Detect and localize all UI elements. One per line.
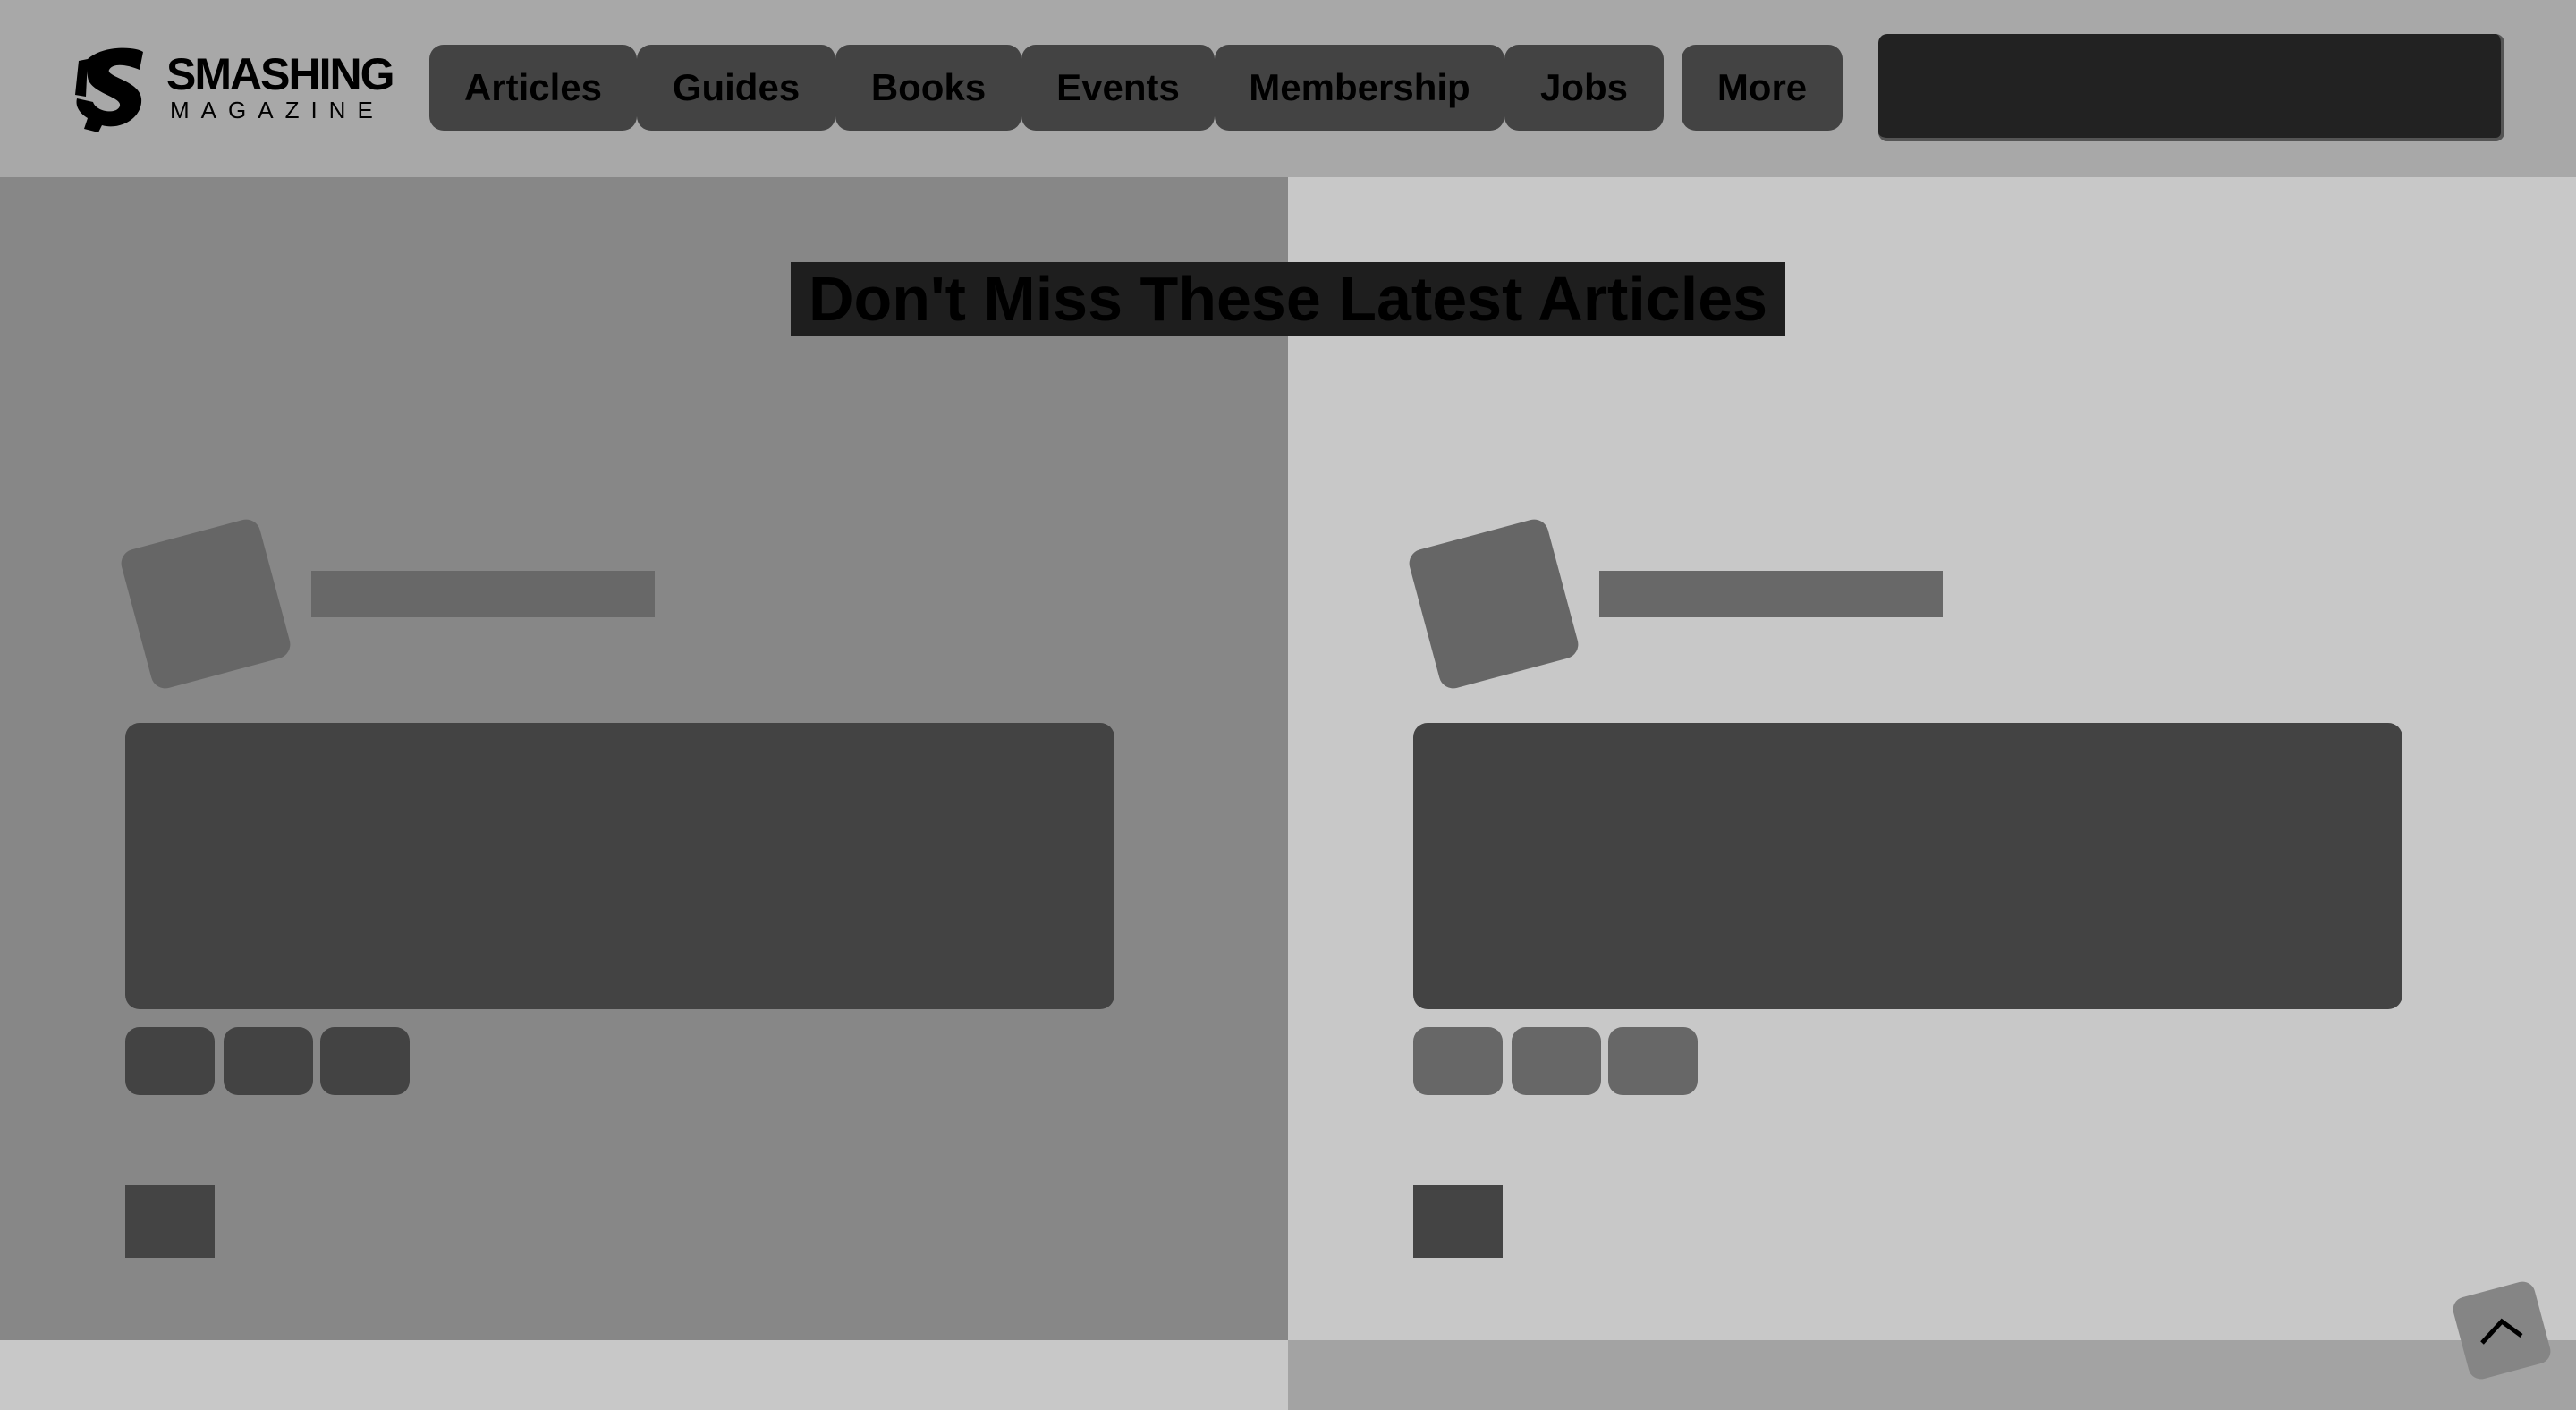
- nav-item-events[interactable]: Events: [1021, 45, 1215, 131]
- logo-wordmark: SMASHING: [166, 49, 394, 99]
- author-name-placeholder: [1599, 571, 1943, 617]
- smashing-cat-icon: [75, 47, 143, 132]
- article-content-placeholder: [125, 723, 1114, 1009]
- author-name-placeholder: [311, 571, 655, 617]
- nav-item-guides[interactable]: Guides: [637, 45, 835, 131]
- section-title: Don't Miss These Latest Articles: [0, 256, 2576, 342]
- read-more-placeholder: [125, 1185, 215, 1258]
- author-avatar-placeholder: [118, 516, 293, 692]
- tag-placeholder: [224, 1027, 313, 1095]
- nav-item-jobs[interactable]: Jobs: [1504, 45, 1664, 131]
- author-avatar-placeholder: [1406, 516, 1581, 692]
- footer-strip-right: [1288, 1340, 2576, 1410]
- article-content-placeholder: [1413, 723, 2402, 1009]
- footer-strip-left: [0, 1340, 1288, 1410]
- tag-placeholder: [125, 1027, 215, 1095]
- chevron-up-icon: [2480, 1318, 2523, 1345]
- article-card[interactable]: [1406, 516, 2415, 1270]
- tag-placeholder: [1413, 1027, 1503, 1095]
- tag-placeholder: [320, 1027, 410, 1095]
- nav-more-button[interactable]: More: [1682, 45, 1843, 131]
- read-more-placeholder: [1413, 1185, 1503, 1258]
- tag-placeholder: [1512, 1027, 1601, 1095]
- tag-placeholder: [1608, 1027, 1698, 1095]
- nav-item-membership[interactable]: Membership: [1215, 45, 1504, 131]
- nav-item-books[interactable]: Books: [835, 45, 1021, 131]
- site-header: SMASHING MAGAZINE Articles Guides Books …: [0, 0, 2576, 177]
- article-card[interactable]: [118, 516, 1127, 1270]
- search-input[interactable]: [1878, 34, 2504, 141]
- section-header: Don't Miss These Latest Articles: [0, 256, 2576, 342]
- section-title-text: Don't Miss These Latest Articles: [790, 262, 1786, 336]
- site-logo[interactable]: SMASHING MAGAZINE: [70, 43, 399, 132]
- logo-subtitle: MAGAZINE: [170, 97, 385, 123]
- nav-item-articles[interactable]: Articles: [429, 45, 637, 131]
